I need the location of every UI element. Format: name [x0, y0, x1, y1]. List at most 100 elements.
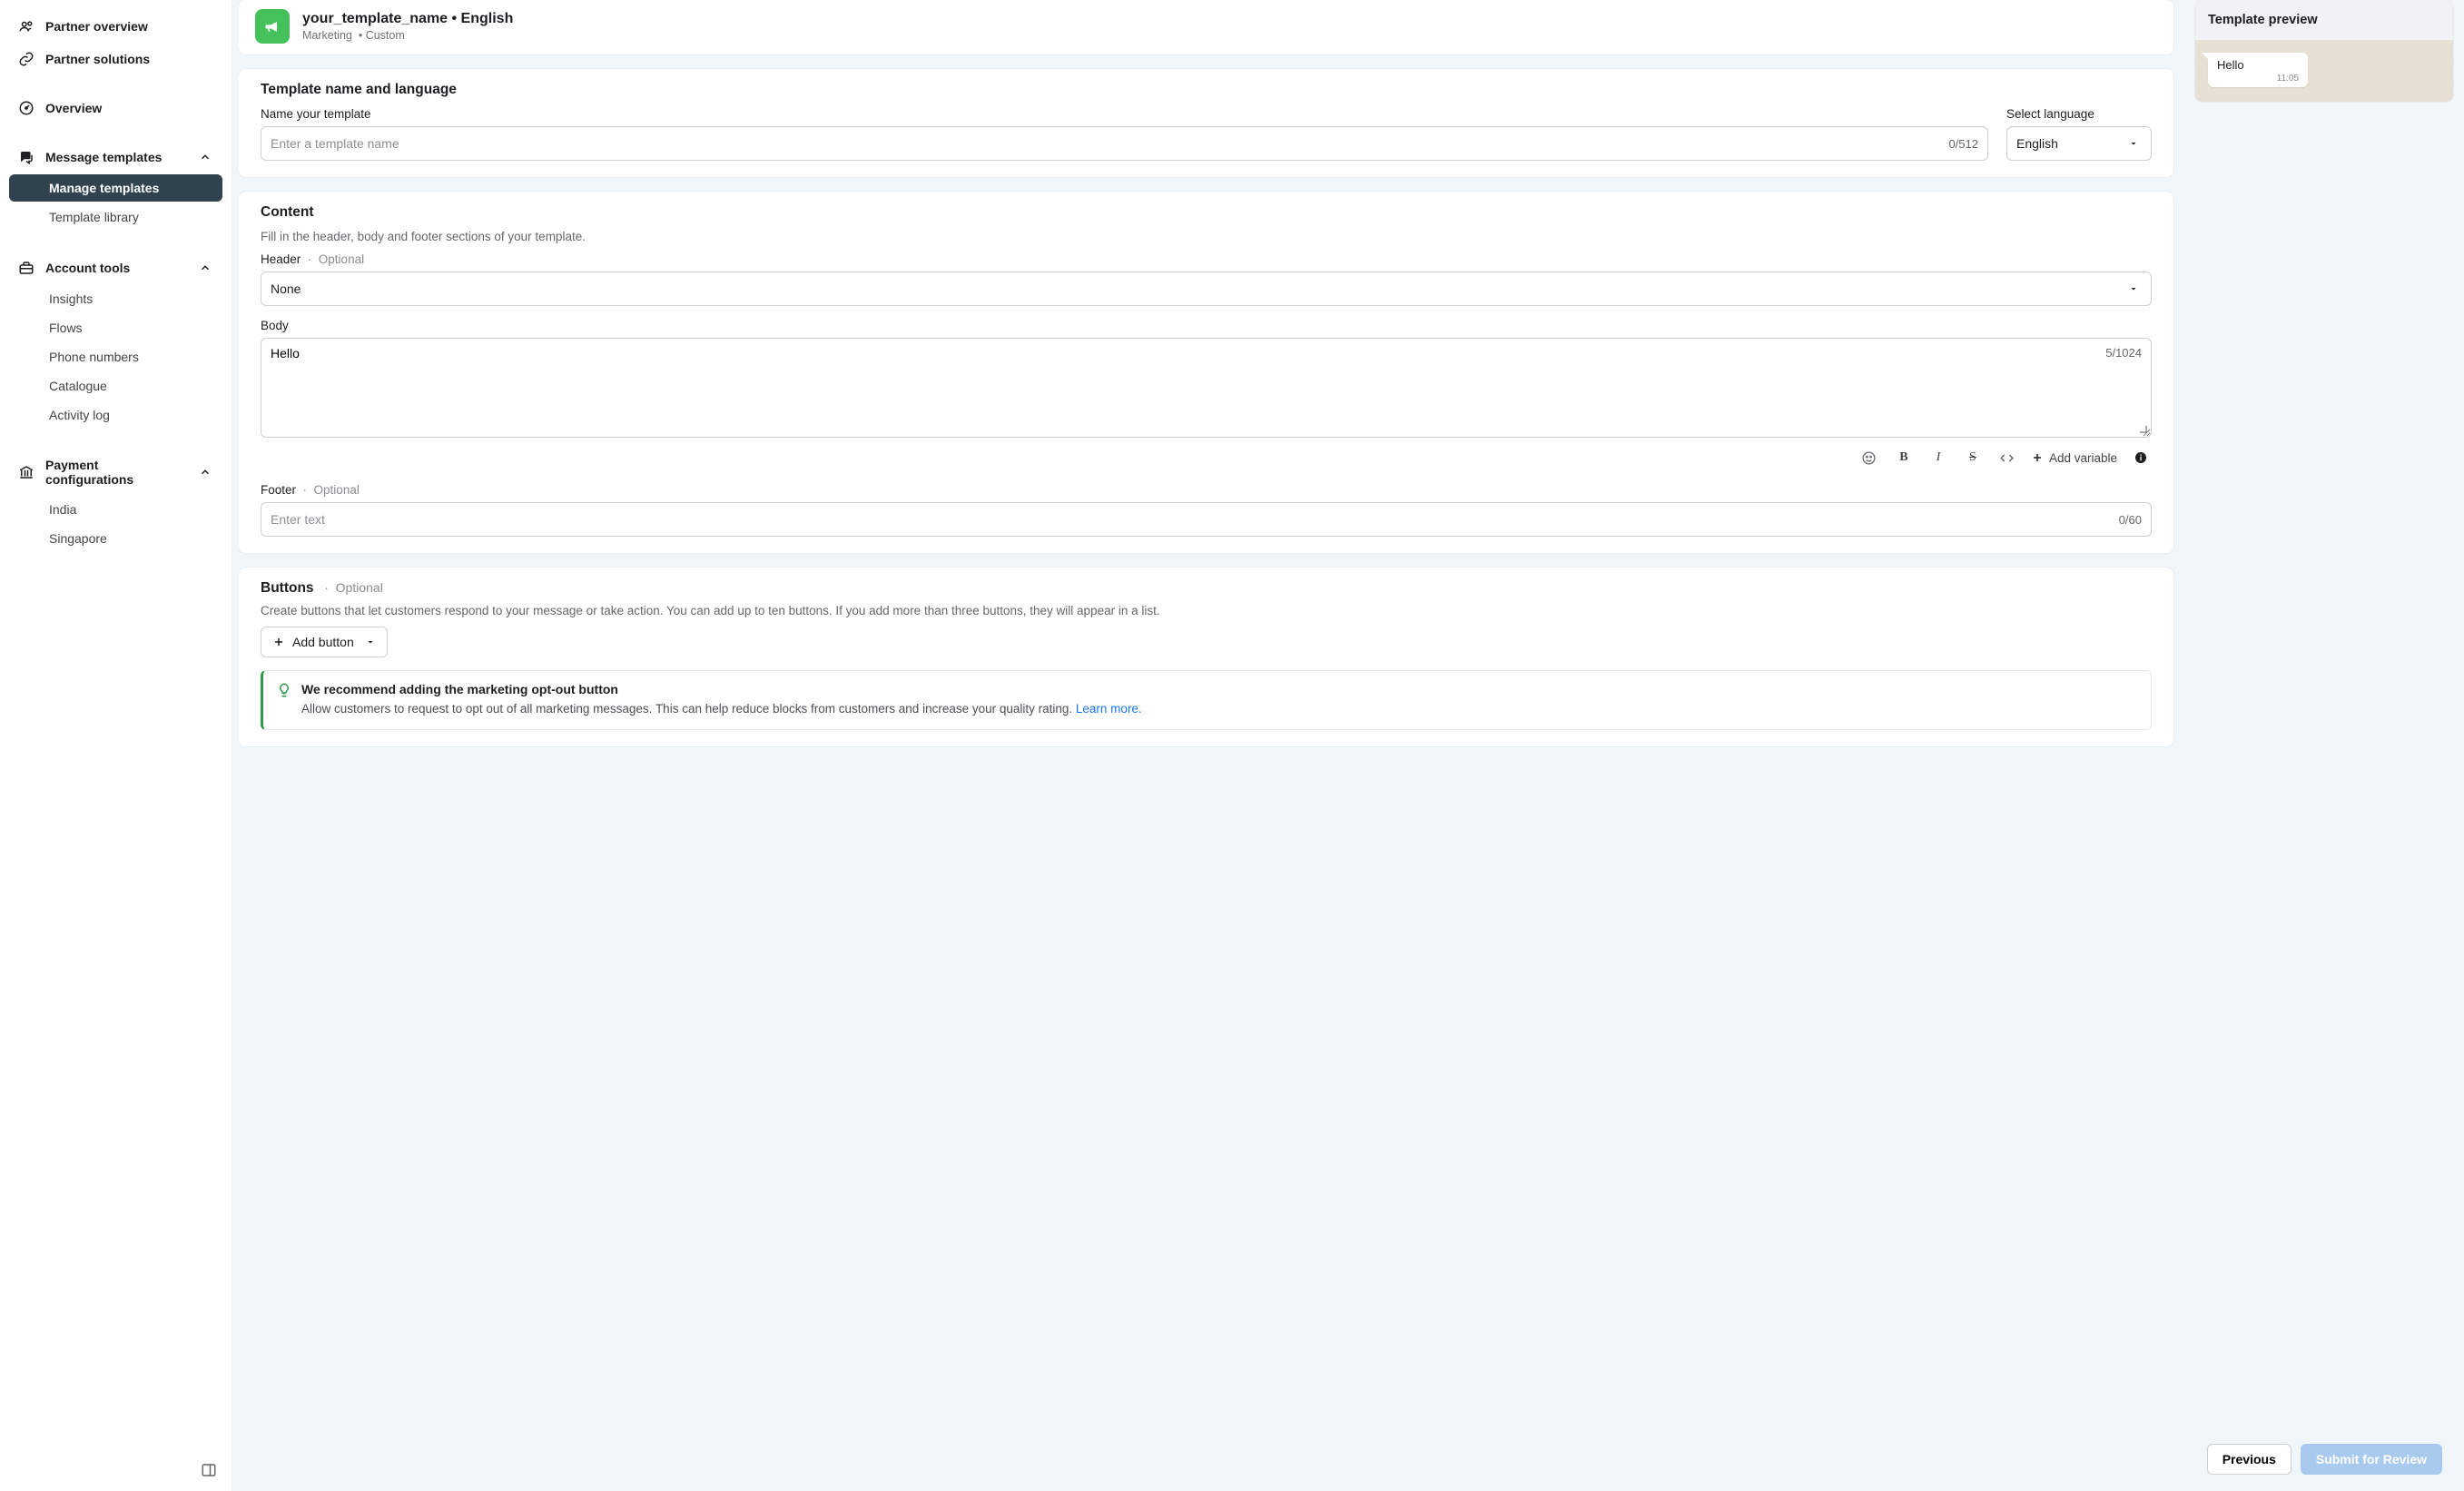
preview-body: Hello 11:05 [2195, 40, 2453, 102]
resize-handle-icon[interactable] [2140, 426, 2149, 435]
section-title-row: Buttons · Optional [261, 580, 2152, 597]
chevron-up-icon [197, 260, 213, 276]
section-desc: Create buttons that let customers respon… [261, 604, 2152, 617]
footer-input[interactable] [271, 512, 2112, 527]
language-label: Select language [2006, 107, 2152, 121]
body-counter: 5/1024 [2105, 346, 2142, 360]
section-title: Content [261, 204, 2152, 221]
lightbulb-icon [276, 682, 292, 698]
main-content: your_template_name • English Marketing •… [239, 0, 2181, 1427]
optional-label: Optional [336, 580, 383, 595]
name-label: Name your template [261, 107, 1988, 121]
chat-icon [18, 149, 34, 165]
nav-label: Payment configurations [45, 458, 186, 487]
nav-label: Overview [45, 101, 102, 115]
bank-icon [18, 464, 34, 480]
sidebar-manage-templates[interactable]: Manage templates [9, 174, 222, 202]
sidebar-message-templates[interactable]: Message templates [9, 142, 222, 173]
nav-label: Activity log [49, 408, 110, 422]
caret-down-icon [2125, 135, 2142, 152]
template-name-input-wrap: 0/512 [261, 126, 1988, 161]
header-label: Header · Optional [261, 252, 2152, 266]
opt-out-callout: We recommend adding the marketing opt-ou… [261, 670, 2152, 730]
gauge-icon [18, 100, 34, 116]
learn-more-link[interactable]: Learn more. [1076, 702, 1142, 716]
sidebar-insights[interactable]: Insights [9, 285, 222, 312]
name-language-card: Template name and language Name your tem… [239, 69, 2173, 177]
strikethrough-icon[interactable]: S [1962, 447, 1984, 469]
sidebar-payment-singapore[interactable]: Singapore [9, 525, 222, 552]
sidebar-catalogue[interactable]: Catalogue [9, 372, 222, 400]
language-select[interactable]: English [2006, 126, 2152, 161]
footer-counter: 0/60 [2119, 513, 2142, 527]
chevron-up-icon [197, 464, 213, 480]
header-type-value: None [271, 281, 2125, 296]
template-header-card: your_template_name • English Marketing •… [239, 0, 2173, 54]
section-title: Buttons [261, 580, 314, 596]
sidebar-phone-numbers[interactable]: Phone numbers [9, 343, 222, 370]
nav-label: Partner overview [45, 19, 148, 34]
callout-desc: Allow customers to request to opt out of… [301, 700, 1142, 718]
section-desc: Fill in the header, body and footer sect… [261, 230, 2152, 243]
add-variable-button[interactable]: Add variable [2031, 451, 2117, 465]
preview-panel: Template preview Hello 11:05 [2181, 0, 2453, 1427]
sidebar-payment-configurations[interactable]: Payment configurations [9, 450, 222, 494]
sidebar-partner-solutions[interactable]: Partner solutions [9, 44, 222, 74]
users-icon [18, 18, 34, 35]
nav-label: Account tools [45, 261, 130, 275]
preview-title: Template preview [2195, 0, 2453, 40]
body-toolbar: B I S Add variable [261, 447, 2152, 469]
footer-actions: Previous Submit for Review [2207, 1444, 2442, 1475]
footer-input-wrap: 0/60 [261, 502, 2152, 537]
sidebar-activity-log[interactable]: Activity log [9, 401, 222, 429]
bubble-time: 11:05 [2217, 74, 2299, 84]
sidebar-partner-overview[interactable]: Partner overview [9, 11, 222, 42]
code-icon[interactable] [1996, 447, 2018, 469]
body-textarea[interactable] [271, 346, 2087, 430]
footer-label: Footer · Optional [261, 483, 2152, 497]
preview-message-bubble: Hello 11:05 [2208, 53, 2308, 87]
language-value: English [2016, 136, 2125, 151]
nav-label: Insights [49, 291, 93, 306]
nav-label: Flows [49, 321, 83, 335]
sidebar-account-tools[interactable]: Account tools [9, 252, 222, 283]
briefcase-icon [18, 260, 34, 276]
emoji-icon[interactable] [1858, 447, 1880, 469]
submit-for-review-button[interactable]: Submit for Review [2301, 1444, 2442, 1475]
nav-label: Manage templates [49, 181, 159, 195]
sidebar-payment-india[interactable]: India [9, 496, 222, 523]
name-counter: 0/512 [1948, 137, 1978, 151]
sidebar-flows[interactable]: Flows [9, 314, 222, 341]
nav-label: India [49, 502, 76, 517]
sidebar-overview[interactable]: Overview [9, 93, 222, 123]
italic-icon[interactable]: I [1927, 447, 1949, 469]
chevron-up-icon [197, 149, 213, 165]
nav-label: Partner solutions [45, 52, 150, 66]
content-card: Content Fill in the header, body and foo… [239, 192, 2173, 553]
nav-label: Message templates [45, 150, 162, 164]
buttons-card: Buttons · Optional Create buttons that l… [239, 568, 2173, 746]
collapse-sidebar-icon[interactable] [201, 1462, 217, 1478]
link-icon [18, 51, 34, 67]
nav-label: Template library [49, 210, 139, 224]
sidebar: Partner overview Partner solutions Overv… [0, 0, 232, 1491]
nav-label: Catalogue [49, 379, 107, 393]
megaphone-icon [255, 9, 290, 44]
template-meta: Marketing • Custom [302, 29, 513, 42]
template-name-input[interactable] [271, 136, 1941, 151]
nav-label: Singapore [49, 531, 107, 546]
previous-button[interactable]: Previous [2207, 1444, 2292, 1475]
nav-label: Phone numbers [49, 350, 139, 364]
add-button-dropdown[interactable]: Add button [261, 627, 388, 657]
body-textarea-wrap: 5/1024 [261, 338, 2152, 438]
caret-down-icon [2125, 281, 2142, 297]
section-title: Template name and language [261, 82, 2152, 98]
info-icon[interactable] [2130, 447, 2152, 469]
bold-icon[interactable]: B [1893, 447, 1915, 469]
callout-title: We recommend adding the marketing opt-ou… [301, 682, 1142, 696]
sidebar-template-library[interactable]: Template library [9, 203, 222, 231]
bubble-text: Hello [2217, 58, 2299, 72]
header-type-select[interactable]: None [261, 272, 2152, 306]
template-title: your_template_name • English [302, 11, 513, 27]
body-label: Body [261, 319, 2152, 332]
